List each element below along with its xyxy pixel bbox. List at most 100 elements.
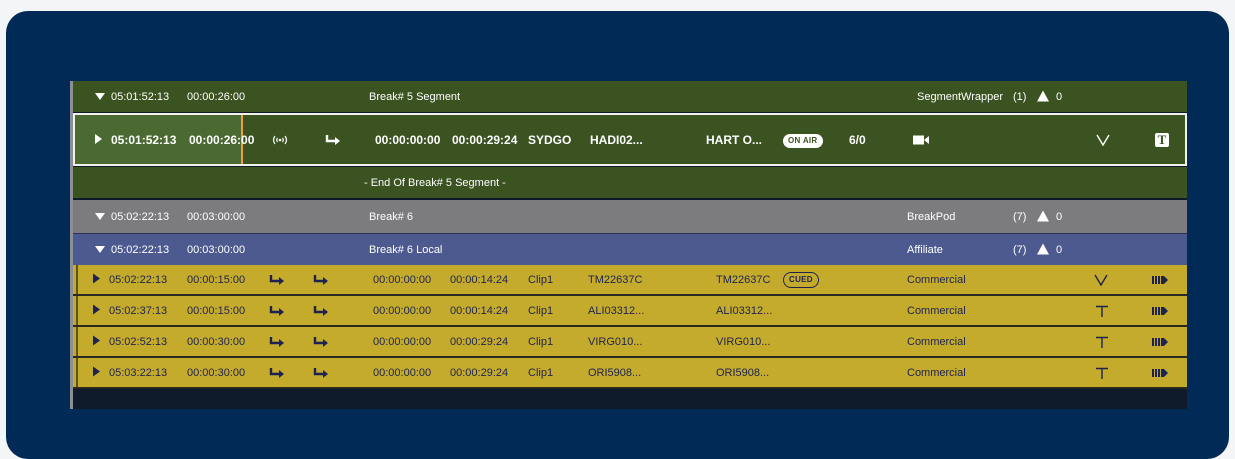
clip-eom: 00:00:29:24 (450, 335, 509, 348)
clip-device: Clip1 (528, 335, 554, 348)
play-icon[interactable] (95, 133, 102, 147)
table-row[interactable]: 05:03:22:13 00:00:30:00 00:00:00:00 00:0… (73, 358, 1187, 389)
clip-device: Clip1 (528, 366, 554, 379)
hard-start-arrow-icon (269, 336, 285, 348)
on-air-som: 00:00:00:00 (375, 132, 441, 147)
on-air-title: HART O... (706, 132, 762, 147)
break-pod-time: 05:02:22:13 (111, 210, 170, 223)
media-ready-icon (1152, 275, 1168, 284)
hard-start-arrow-icon (269, 274, 285, 286)
camera-icon (913, 134, 929, 145)
cued-status-badge: CUED (783, 271, 819, 288)
table-row[interactable]: 05:02:52:13 00:00:30:00 00:00:00:00 00:0… (73, 327, 1187, 358)
text-mark-icon[interactable] (1095, 305, 1109, 317)
clip-duration: 00:00:15:00 (187, 304, 246, 317)
clip-time: 05:02:37:13 (109, 304, 168, 317)
on-air-time: 05:01:52:13 (111, 132, 177, 147)
clip-house-id: TM22637C (588, 273, 643, 286)
break-pod-duration: 00:03:00:00 (187, 210, 246, 223)
hard-start-arrow-icon (269, 305, 285, 317)
clip-title: ALI03312... (716, 304, 773, 317)
break-pod-title: Break# 6 (369, 210, 414, 223)
break-pod-type: BreakPod (907, 210, 956, 223)
clip-eom: 00:00:14:24 (450, 273, 509, 286)
clip-som: 00:00:00:00 (373, 366, 432, 379)
affiliate-title: Break# 6 Local (369, 243, 443, 256)
segment-alert-count: 0 (1056, 90, 1063, 103)
segment-row[interactable]: 05:01:52:13 00:00:26:00 Break# 5 Segment… (73, 81, 1187, 112)
on-air-row[interactable]: 05:01:52:13 00:00:26:00 00:00:00:00 00:0… (73, 113, 1187, 166)
clip-house-id: ALI03312... (588, 304, 645, 317)
play-icon[interactable] (93, 366, 100, 379)
affiliate-time: 05:02:22:13 (111, 243, 170, 256)
affiliate-duration: 00:03:00:00 (187, 243, 246, 256)
text-mark-icon[interactable] (1095, 367, 1109, 379)
affiliate-row[interactable]: 05:02:22:13 00:03:00:00 Break# 6 Local A… (73, 233, 1187, 265)
clip-time: 05:03:22:13 (109, 366, 168, 379)
segment-time: 05:01:52:13 (111, 90, 170, 103)
collapse-toggle-icon[interactable] (95, 91, 105, 103)
continue-arrow-icon (313, 274, 329, 286)
end-segment-label: - End Of Break# 5 Segment - (364, 176, 506, 189)
media-ready-icon (1152, 337, 1168, 346)
on-air-ratio: 6/0 (849, 132, 866, 147)
clip-type: Commercial (907, 335, 966, 348)
playlist-grid: 05:01:52:13 00:00:26:00 Break# 5 Segment… (70, 81, 1187, 409)
on-air-duration: 00:00:26:00 (189, 132, 255, 147)
continue-arrow-icon (313, 305, 329, 317)
clip-title: ORI5908... (716, 366, 770, 379)
on-air-device: SYDGO (528, 132, 572, 147)
affiliate-alert-count: 0 (1056, 243, 1063, 256)
on-air-eom: 00:00:29:24 (452, 132, 518, 147)
clip-house-id: ORI5908... (588, 366, 642, 379)
clip-device: Clip1 (528, 304, 554, 317)
checkmark-icon[interactable] (1096, 134, 1110, 146)
affiliate-type: Affiliate (907, 243, 943, 256)
table-row[interactable]: 05:02:37:13 00:00:15:00 00:00:00:00 00:0… (73, 296, 1187, 327)
clip-house-id: VIRG010... (588, 335, 643, 348)
clip-som: 00:00:00:00 (373, 273, 432, 286)
app-frame: 05:01:52:13 00:00:26:00 Break# 5 Segment… (6, 11, 1229, 459)
break-pod-row[interactable]: 05:02:22:13 00:03:00:00 Break# 6 BreakPo… (73, 200, 1187, 233)
clip-type: Commercial (907, 304, 966, 317)
end-segment-row: - End Of Break# 5 Segment - (73, 167, 1187, 198)
media-ready-icon (1152, 368, 1168, 377)
clip-eom: 00:00:14:24 (450, 304, 509, 317)
clip-duration: 00:00:30:00 (187, 335, 246, 348)
segment-type: SegmentWrapper (917, 90, 1004, 103)
checkmark-icon[interactable] (1094, 274, 1108, 286)
warning-icon (1037, 90, 1049, 103)
broadcast-icon (271, 134, 289, 146)
on-air-house-id: HADI02... (590, 132, 643, 147)
break-pod-count: (7) (1013, 210, 1027, 223)
clip-time: 05:02:52:13 (109, 335, 168, 348)
media-ready-icon (1152, 306, 1168, 315)
hard-start-arrow-icon (269, 367, 285, 379)
clip-title: TM22637C (716, 273, 771, 286)
play-icon[interactable] (93, 335, 100, 348)
play-icon[interactable] (93, 304, 100, 317)
clip-eom: 00:00:29:24 (450, 366, 509, 379)
play-icon[interactable] (93, 273, 100, 286)
clip-duration: 00:00:30:00 (187, 366, 246, 379)
clip-som: 00:00:00:00 (373, 304, 432, 317)
hard-start-arrow-icon (325, 134, 341, 146)
clip-type: Commercial (907, 273, 966, 286)
segment-count: (1) (1013, 90, 1027, 103)
clip-type: Commercial (907, 366, 966, 379)
clip-title: VIRG010... (716, 335, 771, 348)
clip-device: Clip1 (528, 273, 554, 286)
affiliate-count: (7) (1013, 243, 1027, 256)
text-mark-icon[interactable] (1095, 336, 1109, 348)
text-overlay-icon[interactable]: T (1155, 132, 1169, 147)
continue-arrow-icon (313, 336, 329, 348)
clip-time: 05:02:22:13 (109, 273, 168, 286)
warning-icon (1037, 243, 1049, 256)
clip-som: 00:00:00:00 (373, 335, 432, 348)
warning-icon (1037, 210, 1049, 223)
table-row[interactable]: 05:02:22:13 00:00:15:00 00:00:00:00 00:0… (73, 265, 1187, 296)
collapse-toggle-icon[interactable] (95, 211, 105, 223)
collapse-toggle-icon[interactable] (95, 244, 105, 256)
on-air-status-badge: ON AIR (783, 132, 823, 148)
segment-title: Break# 5 Segment (369, 90, 461, 103)
